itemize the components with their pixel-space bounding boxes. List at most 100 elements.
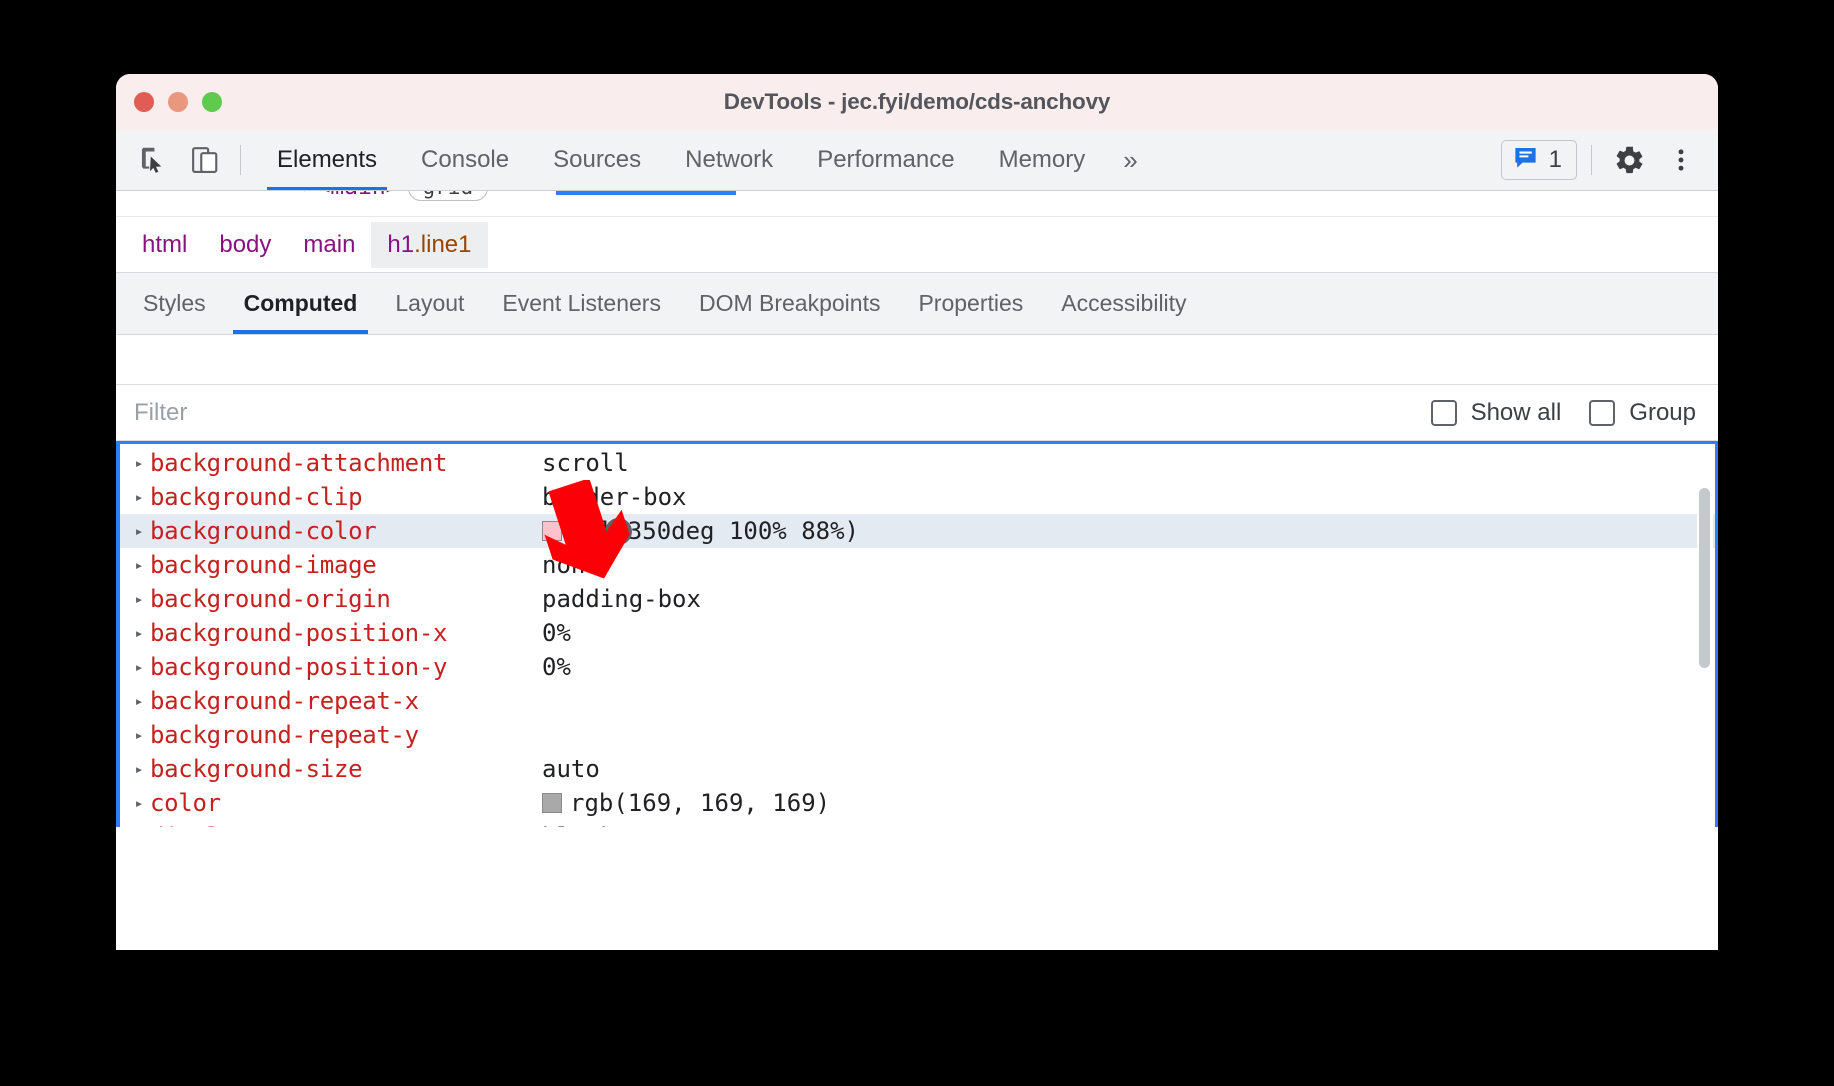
property-row[interactable]: ▸ background-origin padding-box bbox=[120, 582, 1715, 616]
tab-memory[interactable]: Memory bbox=[977, 130, 1108, 190]
tab-computed-label: Computed bbox=[244, 290, 358, 317]
breadcrumb-item-html[interactable]: html bbox=[126, 225, 203, 265]
show-all-checkbox[interactable] bbox=[1431, 400, 1457, 426]
goto-source-icon[interactable]: ➜ bbox=[605, 518, 632, 545]
devtools-window: DevTools - jec.fyi/demo/cds-anchovy bbox=[116, 74, 1718, 950]
expand-triangle-icon[interactable]: ▸ bbox=[128, 556, 150, 574]
traffic-light-group bbox=[134, 92, 222, 112]
expand-triangle-icon[interactable]: ▸ bbox=[128, 590, 150, 608]
tab-layout-label: Layout bbox=[395, 290, 464, 317]
tab-styles-label: Styles bbox=[143, 290, 206, 317]
property-value: auto bbox=[542, 755, 600, 783]
color-swatch[interactable] bbox=[542, 521, 562, 541]
window-titlebar: DevTools - jec.fyi/demo/cds-anchovy bbox=[116, 74, 1718, 130]
expand-triangle-icon[interactable]: ▸ bbox=[128, 658, 150, 676]
tab-layout[interactable]: Layout bbox=[376, 273, 483, 334]
tab-memory-label: Memory bbox=[999, 146, 1086, 174]
property-name: background-repeat-x bbox=[150, 687, 542, 715]
expand-triangle-icon[interactable]: ▸ bbox=[128, 794, 150, 812]
breadcrumb-item-main[interactable]: main bbox=[287, 225, 371, 265]
expand-triangle-icon[interactable]: ▸ bbox=[128, 624, 150, 642]
property-name: background-repeat-y bbox=[150, 721, 542, 749]
property-value: scroll bbox=[542, 449, 629, 477]
property-row[interactable]: ▸ background-repeat-x bbox=[120, 684, 1715, 718]
breadcrumb-item-h1[interactable]: h1.line1 bbox=[371, 222, 487, 268]
show-all-checkbox-group[interactable]: Show all bbox=[1431, 399, 1562, 427]
properties-scrollbar-thumb[interactable] bbox=[1699, 488, 1710, 668]
property-row[interactable]: ▸ background-size auto bbox=[120, 752, 1715, 786]
tab-event-listeners-label: Event Listeners bbox=[502, 290, 661, 317]
property-value: border-box bbox=[542, 483, 687, 511]
tab-network-label: Network bbox=[685, 146, 773, 174]
devtools-toolbar: Elements Console Sources Network Perform… bbox=[116, 130, 1718, 191]
tab-sources[interactable]: Sources bbox=[531, 130, 663, 190]
tab-properties-label: Properties bbox=[918, 290, 1023, 317]
color-swatch[interactable] bbox=[542, 793, 562, 813]
inspect-cursor-icon[interactable] bbox=[132, 139, 174, 181]
expand-triangle-icon[interactable]: ▸ bbox=[128, 454, 150, 472]
computed-blank-strip bbox=[116, 335, 1718, 385]
grid-badge[interactable]: grid bbox=[408, 191, 489, 201]
tab-dom-breakpoints[interactable]: DOM Breakpoints bbox=[680, 273, 900, 334]
minimize-window-button[interactable] bbox=[168, 92, 188, 112]
tab-network[interactable]: Network bbox=[663, 130, 795, 190]
dom-tag-label: <main> bbox=[316, 191, 399, 200]
property-row-background-color[interactable]: ▸ background-color ➜ hsl(350deg 100% 88%… bbox=[120, 514, 1715, 548]
device-toolbar-icon[interactable] bbox=[184, 139, 226, 181]
dom-tree-row-main[interactable]: ▼ <main> grid bbox=[116, 191, 488, 201]
expand-caret-icon[interactable]: ▼ bbox=[300, 191, 308, 195]
property-name: background-position-x bbox=[150, 619, 542, 647]
tab-performance[interactable]: Performance bbox=[795, 130, 976, 190]
computed-properties-list: ▸ background-attachment scroll ▸ backgro… bbox=[120, 444, 1715, 827]
property-row[interactable]: ▸ display block bbox=[120, 820, 1715, 827]
gear-icon[interactable] bbox=[1606, 138, 1652, 182]
expand-triangle-icon[interactable]: ▸ bbox=[128, 522, 150, 540]
maximize-window-button[interactable] bbox=[202, 92, 222, 112]
console-message-badge[interactable]: 1 bbox=[1501, 140, 1577, 180]
dom-selection-indicator bbox=[556, 191, 736, 195]
tab-accessibility[interactable]: Accessibility bbox=[1042, 273, 1205, 334]
tab-styles[interactable]: Styles bbox=[124, 273, 225, 334]
close-window-button[interactable] bbox=[134, 92, 154, 112]
filter-input[interactable] bbox=[134, 399, 1403, 427]
breadcrumb: html body main h1.line1 bbox=[116, 217, 1718, 273]
property-name: background-origin bbox=[150, 585, 542, 613]
property-row-color[interactable]: ▸ color rgb(169, 169, 169) bbox=[120, 786, 1715, 820]
screenshot-root: DevTools - jec.fyi/demo/cds-anchovy bbox=[0, 0, 1834, 1086]
breadcrumb-html-label: html bbox=[142, 231, 187, 258]
more-tabs-icon[interactable]: » bbox=[1107, 130, 1153, 190]
expand-triangle-icon[interactable]: ▸ bbox=[128, 692, 150, 710]
property-name: background-attachment bbox=[150, 449, 542, 477]
property-name: display bbox=[150, 823, 542, 827]
property-row[interactable]: ▸ background-image none bbox=[120, 548, 1715, 582]
show-all-label: Show all bbox=[1471, 399, 1562, 427]
property-value: none bbox=[542, 551, 600, 579]
property-value: block bbox=[542, 823, 614, 827]
expand-triangle-icon[interactable]: ▸ bbox=[128, 488, 150, 506]
tab-console[interactable]: Console bbox=[399, 130, 531, 190]
property-row[interactable]: ▸ background-position-x 0% bbox=[120, 616, 1715, 650]
tab-elements[interactable]: Elements bbox=[255, 130, 399, 190]
expand-triangle-icon[interactable]: ▸ bbox=[128, 760, 150, 778]
tab-event-listeners[interactable]: Event Listeners bbox=[483, 273, 680, 334]
property-row[interactable]: ▸ background-attachment scroll bbox=[120, 446, 1715, 480]
message-count: 1 bbox=[1549, 146, 1562, 174]
devtools-panel-tabs: Elements Console Sources Network Perform… bbox=[255, 130, 1154, 190]
kebab-menu-icon[interactable] bbox=[1658, 138, 1704, 182]
property-row[interactable]: ▸ background-position-y 0% bbox=[120, 650, 1715, 684]
expand-triangle-icon[interactable]: ▸ bbox=[128, 726, 150, 744]
styles-sidebar-tabs: Styles Computed Layout Event Listeners D… bbox=[116, 273, 1718, 335]
toolbar-divider bbox=[240, 145, 241, 175]
tab-computed[interactable]: Computed bbox=[225, 273, 377, 334]
group-checkbox-group[interactable]: Group bbox=[1589, 399, 1696, 427]
tab-dom-breakpoints-label: DOM Breakpoints bbox=[699, 290, 881, 317]
property-row[interactable]: ▸ background-repeat-y bbox=[120, 718, 1715, 752]
property-row[interactable]: ▸ background-clip border-box bbox=[120, 480, 1715, 514]
toolbar-right-divider bbox=[1591, 145, 1592, 175]
property-value: rgb(169, 169, 169) bbox=[570, 789, 830, 817]
breadcrumb-item-body[interactable]: body bbox=[203, 225, 287, 265]
tab-properties[interactable]: Properties bbox=[899, 273, 1042, 334]
properties-scrollbar[interactable] bbox=[1697, 446, 1713, 827]
group-checkbox[interactable] bbox=[1589, 400, 1615, 426]
dom-tree-strip: ▼ <main> grid bbox=[116, 191, 1718, 217]
